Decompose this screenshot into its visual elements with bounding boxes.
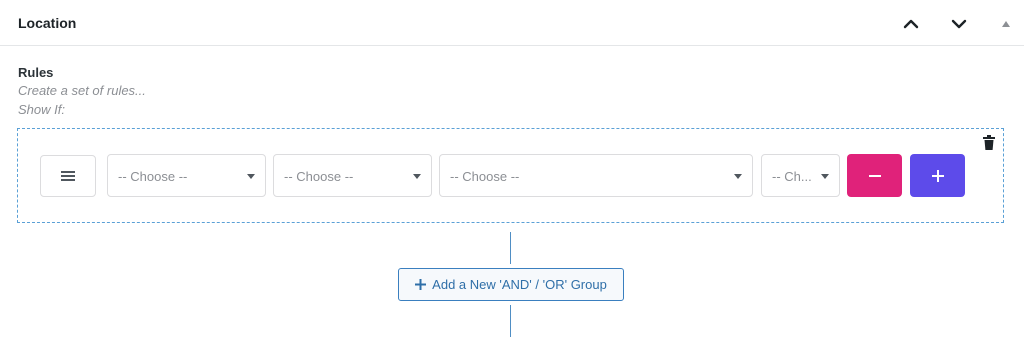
connector-line-bottom: [510, 305, 511, 337]
select-value: -- Choose --: [118, 169, 188, 184]
move-up-button[interactable]: [899, 12, 923, 36]
trash-icon: [983, 135, 995, 150]
minus-icon: [868, 174, 881, 177]
caret-down-icon: [413, 174, 421, 179]
rule-subtype-select[interactable]: -- Choose --: [273, 154, 432, 197]
rules-description: Create a set of rules...: [18, 83, 146, 98]
select-value: -- Choose --: [450, 169, 520, 184]
show-if-label: Show If:: [18, 102, 65, 117]
drag-handle[interactable]: [40, 155, 96, 197]
select-value: -- Ch...: [772, 169, 812, 184]
add-group-button[interactable]: Add a New 'AND' / 'OR' Group: [398, 268, 624, 301]
select-value: -- Choose --: [284, 169, 354, 184]
delete-group-button[interactable]: [982, 135, 996, 151]
add-rule-button[interactable]: [910, 154, 965, 197]
rules-label: Rules: [18, 65, 54, 80]
plus-icon: [415, 279, 427, 290]
move-down-button[interactable]: [947, 12, 971, 36]
chevron-down-icon: [951, 19, 967, 29]
rule-group: -- Choose -- -- Choose -- -- Choose -- -…: [17, 128, 1004, 223]
collapse-toggle-button[interactable]: [994, 12, 1018, 36]
panel-title: Location: [18, 15, 77, 31]
hamburger-icon: [61, 171, 75, 181]
chevron-up-icon: [903, 19, 919, 29]
rule-value-select[interactable]: -- Choose --: [439, 154, 753, 197]
rule-operator-select[interactable]: -- Ch...: [761, 154, 840, 197]
rule-type-select[interactable]: -- Choose --: [107, 154, 266, 197]
remove-rule-button[interactable]: [847, 154, 902, 197]
triangle-up-icon: [1002, 21, 1010, 27]
caret-down-icon: [247, 174, 255, 179]
panel-header: Location: [0, 0, 1024, 46]
add-group-label: Add a New 'AND' / 'OR' Group: [432, 277, 607, 292]
caret-down-icon: [734, 174, 742, 179]
caret-down-icon: [821, 174, 829, 179]
location-panel: Location Rules Create a set of rules... …: [0, 0, 1024, 346]
plus-icon: [931, 169, 944, 182]
connector-line-top: [510, 232, 511, 264]
